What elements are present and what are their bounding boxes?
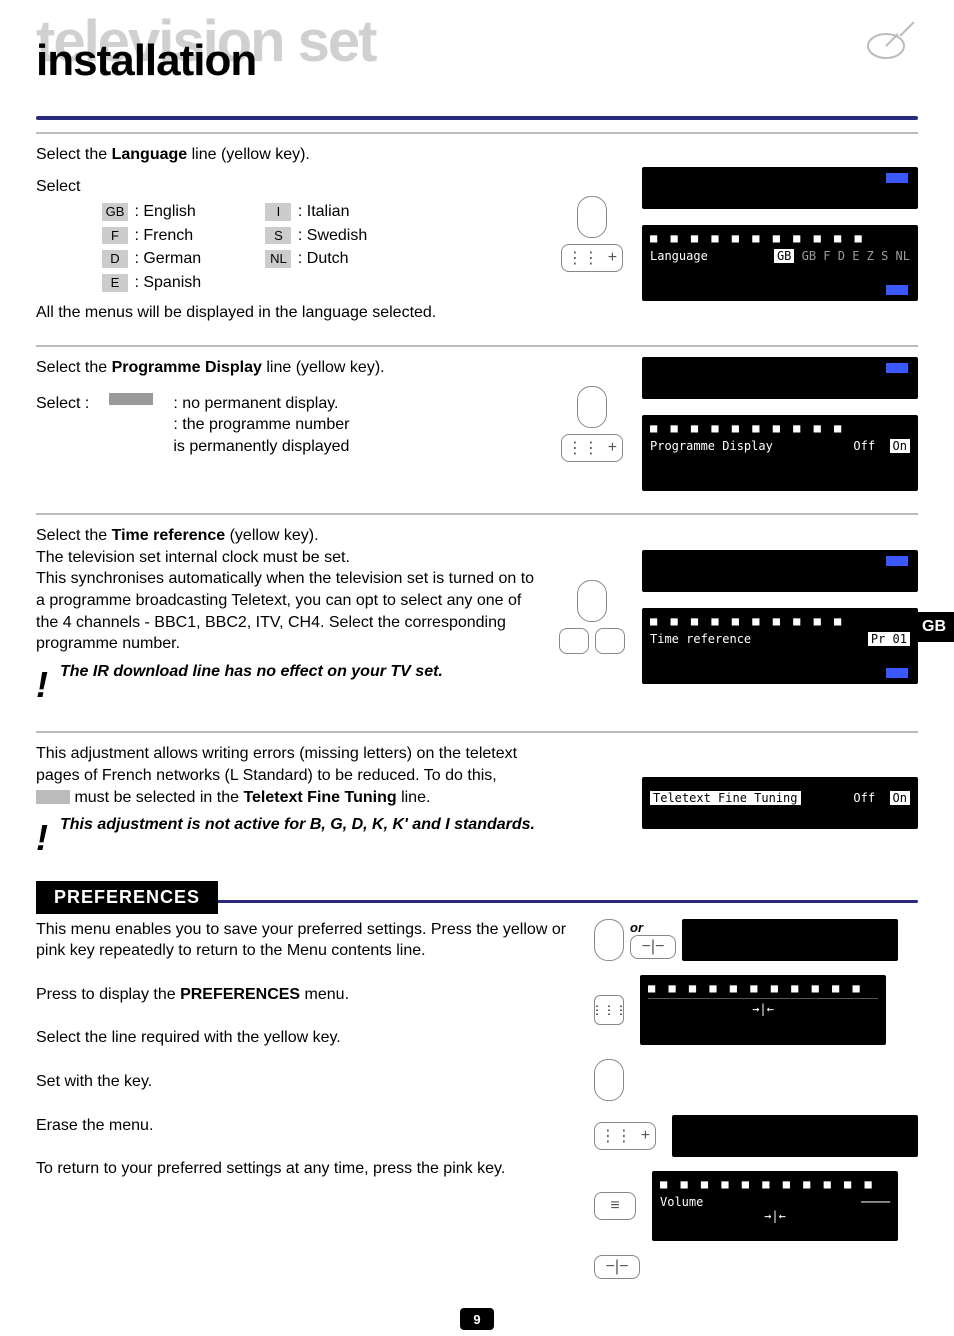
text: This adjustment allows writing errors (m… <box>36 743 536 786</box>
osd-volume: ■ ■ ■ ■ ■ ■ ■ ■ ■ ■ ■ Volume──── →|← <box>652 1171 898 1241</box>
text: Select <box>36 176 536 198</box>
text: Select the Time reference (yellow key). <box>36 525 536 547</box>
plus-button[interactable] <box>595 628 625 654</box>
text: must be selected in the Teletext Fine Tu… <box>36 787 536 809</box>
note: The IR download line has no effect on yo… <box>60 661 443 683</box>
text: Select : : no permanent display. : the p… <box>36 393 536 458</box>
nav-button[interactable] <box>594 1059 624 1101</box>
osd-language: ■ ■ ■ ■ ■ ■ ■ ■ ■ ■ ■ LanguageGB GB F D … <box>642 225 918 301</box>
text: This synchronises automatically when the… <box>36 568 536 654</box>
preferences-heading: PREFERENCES <box>36 881 218 914</box>
plus-button[interactable]: −|− <box>594 1255 640 1279</box>
osd-blank <box>642 167 918 209</box>
language-grid: GB : English I : Italian F : French S : … <box>100 201 536 293</box>
minus-button[interactable] <box>559 628 589 654</box>
osd-menu: ■ ■ ■ ■ ■ ■ ■ ■ ■ ■ ■ →|← <box>640 975 886 1045</box>
text: Select the Language line (yellow key). <box>36 144 536 166</box>
text: Press to display the PREFERENCES menu. <box>36 984 578 1006</box>
page-number: 9 <box>460 1308 494 1330</box>
text: Erase the menu. <box>36 1115 578 1137</box>
satellite-icon <box>858 18 918 68</box>
menu-button[interactable]: ≡ <box>594 1192 636 1220</box>
osd-blank <box>642 550 918 592</box>
nav-button[interactable] <box>577 580 607 622</box>
note: This adjustment is not active for B, G, … <box>60 814 535 836</box>
text: Set with the key. <box>36 1071 578 1093</box>
alert-icon: ! <box>36 814 56 863</box>
plus-minus-button[interactable]: ⋮⋮ + <box>561 434 623 462</box>
osd-blank <box>682 919 898 961</box>
title-main: installation <box>36 36 256 86</box>
plus-minus-button[interactable]: ⋮⋮ + <box>594 1122 656 1150</box>
text: This menu enables you to save your prefe… <box>36 919 578 962</box>
alert-icon: ! <box>36 661 56 710</box>
osd-blank <box>672 1115 918 1157</box>
plus-button[interactable]: −|− <box>630 935 676 959</box>
header-divider <box>36 116 918 120</box>
country-tab: GB <box>914 612 954 642</box>
text: To return to your preferred settings at … <box>36 1158 578 1180</box>
nav-button[interactable] <box>577 386 607 428</box>
nav-button[interactable] <box>594 919 624 961</box>
nav-button[interactable] <box>577 196 607 238</box>
osd-prog-display: ■ ■ ■ ■ ■ ■ ■ ■ ■ ■ Programme DisplayOff… <box>642 415 918 491</box>
plus-minus-button[interactable]: ⋮⋮ + <box>561 244 623 272</box>
text: All the menus will be displayed in the l… <box>36 302 536 324</box>
text: Select the Programme Display line (yello… <box>36 357 536 379</box>
osd-time-ref: ■ ■ ■ ■ ■ ■ ■ ■ ■ ■ Time referencePr 01 <box>642 608 918 684</box>
or-label: or <box>630 920 676 935</box>
text: The television set internal clock must b… <box>36 547 536 569</box>
osd-teletext: Teletext Fine TuningOff On <box>642 777 918 829</box>
grid-button[interactable]: ⋮⋮⋮ <box>594 995 624 1025</box>
osd-blank <box>642 357 918 399</box>
text: Select the line required with the yellow… <box>36 1027 578 1049</box>
